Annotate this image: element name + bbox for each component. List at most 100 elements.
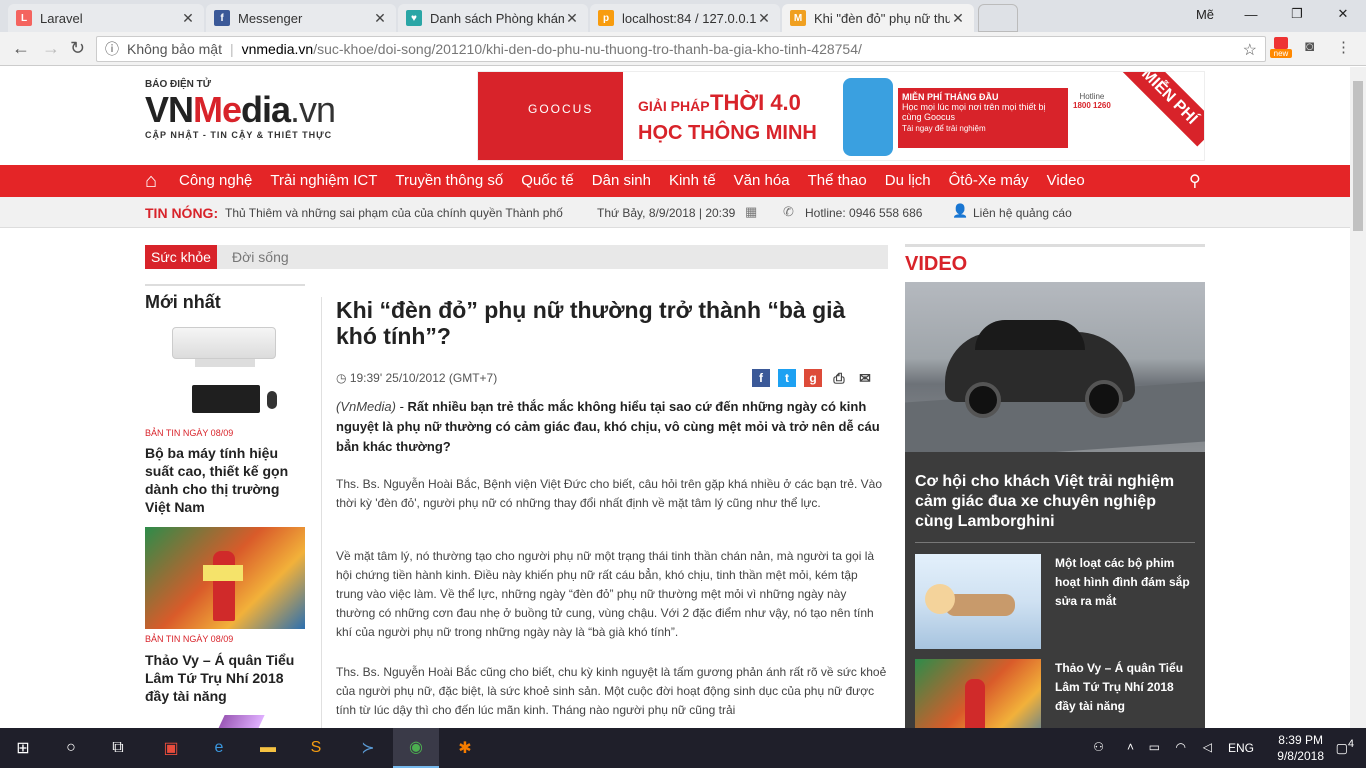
banner-hotline-number: 1800 1260 [1073,101,1111,110]
chrome-icon[interactable]: ◉ [393,728,439,768]
hot-news-label: TIN NÓNG: [145,205,219,221]
system-clock[interactable]: 8:39 PM 9/8/2018 [1277,732,1324,764]
site-logo[interactable]: BÁO ĐIỆN TỬ VNMedia.vn CẬP NHẬT - TIN CẬ… [145,79,375,154]
close-tab-icon[interactable]: ✕ [564,10,580,27]
nav-item-truyen-thong-so[interactable]: Truyền thông số [386,165,512,197]
security-label[interactable]: Không bảo mật [127,41,222,57]
banner-hotline-label: Hotline [1079,92,1105,101]
close-tab-icon[interactable]: ✕ [950,10,966,27]
volume-icon[interactable]: ◁ [1203,740,1212,754]
tab-phpmyadmin[interactable]: p localhost:84 / 127.0.0.1 | p ✕ [590,4,780,32]
nav-item-cong-nghe[interactable]: Công nghệ [170,165,261,197]
extension-icon[interactable]: new [1270,37,1292,61]
ad-contact-link[interactable]: Liên hệ quảng cáo [973,206,1072,220]
clock-icon: ◷ [336,371,347,385]
task-view-icon[interactable]: ⧉ [95,728,141,768]
logo-wordmark: VNMedia.vn [145,90,375,130]
close-tab-icon[interactable]: ✕ [372,10,388,27]
latest-thumb-partial[interactable] [215,715,265,728]
nav-item-oto-xe-may[interactable]: Ôtô-Xe máy [940,165,1038,197]
video-item-title[interactable]: Một loạt các bộ phim hoạt hình đình đám … [1055,554,1195,611]
nav-item-trai-nghiem-ict[interactable]: Trải nghiệm ICT [261,165,386,197]
bookmark-star-icon[interactable]: ☆ [1243,40,1257,60]
banner-thoi: THỜI 4.0 [710,90,801,115]
people-icon[interactable]: ⚇ [1093,740,1104,754]
ad-banner[interactable]: GOOCUS GIẢI PHÁP THỜI 4.0 HỌC THÔNG MINH… [477,71,1205,161]
nav-item-dan-sinh[interactable]: Dân sinh [583,165,660,197]
tab-vnmedia[interactable]: M Khi "đèn đỏ" phụ nữ thườ ✕ [782,4,974,32]
minimize-icon[interactable]: — [1228,7,1274,22]
windows-start-icon[interactable]: ⊞ [0,728,46,768]
banner-free-ribbon: MIỄN PHÍ [1119,72,1204,147]
article-datetime: 19:39' 25/10/2012 (GMT+7) [349,371,498,385]
browser-toolbar: ← → ↻ ⓘ Không bảo mật | vnmedia.vn /suc-… [0,32,1366,66]
nav-item-du-lich[interactable]: Du lịch [876,165,940,197]
banner-brand: GOOCUS [528,102,594,116]
wifi-icon[interactable]: ◠ [1176,740,1186,754]
video-item-title[interactable]: Thảo Vy – Á quân Tiểu Lâm Tứ Trụ Nhí 201… [1055,659,1195,716]
separator: | [229,41,234,57]
banner-hotline: Hotline 1800 1260 [1073,92,1111,110]
article-lead: (VnMedia) - Rất nhiều bạn trẻ thắc mắc k… [336,399,880,454]
notification-icon[interactable]: ▢4 [1336,738,1354,756]
forward-icon[interactable]: → [42,38,60,59]
powershell-icon[interactable]: ≻ [345,728,391,768]
edge-icon[interactable]: e [196,728,242,768]
latest-item-title[interactable]: Thảo Vy – Á quân Tiểu Lâm Tứ Trụ Nhí 201… [145,651,305,705]
close-tab-icon[interactable]: ✕ [180,10,196,27]
menu-icon[interactable]: ⋮ [1336,38,1351,56]
google-plus-share-icon[interactable]: g [804,369,822,387]
back-icon[interactable]: ← [12,38,30,59]
search-icon[interactable]: ⚲ [1189,171,1201,191]
address-bar[interactable]: ⓘ Không bảo mật | vnmedia.vn /suc-khoe/d… [96,36,1266,62]
thao-vy-video-thumb[interactable] [915,659,1041,728]
nav-item-quoc-te[interactable]: Quốc tế [512,165,583,197]
file-explorer-icon[interactable]: ▬ [245,728,291,768]
close-window-icon[interactable]: ✕ [1320,6,1366,22]
restore-icon[interactable]: ❐ [1274,6,1320,22]
email-icon[interactable]: ✉ [856,369,874,387]
nav-item-the-thao[interactable]: Thể thao [799,165,876,197]
banner-brand-block [478,72,623,160]
info-icon[interactable]: ⓘ [105,39,119,59]
notification-count: 4 [1347,738,1354,750]
camera-icon[interactable]: ◙ [1305,38,1314,55]
category-main[interactable]: Sức khỏe [145,245,217,269]
tab-messenger[interactable]: f Messenger ✕ [206,4,396,32]
nav-item-video[interactable]: Video [1038,165,1094,197]
latest-thumb-thao-vy[interactable] [145,527,305,629]
lamborghini-video-thumb[interactable] [905,282,1205,452]
reload-icon[interactable]: ↻ [70,38,85,59]
latest-item-title[interactable]: Bộ ba máy tính hiệu suất cao, thiết kế g… [145,444,305,516]
profile-name[interactable]: Mẽ [1182,7,1228,22]
tray-chevron-icon[interactable]: ˄ [1127,740,1134,754]
tab-laravel[interactable]: L Laravel ✕ [8,4,204,32]
language-indicator[interactable]: ENG [1228,741,1254,755]
hot-news-link[interactable]: Thủ Thiêm và những sai phạm của của chín… [225,206,563,220]
video-feature-title[interactable]: Cơ hội cho khách Việt trải nghiệm cảm gi… [915,472,1195,532]
close-tab-icon[interactable]: ✕ [756,10,772,27]
search-icon[interactable]: ○ [48,728,94,768]
nav-item-kinh-te[interactable]: Kinh tế [660,165,725,197]
sublime-text-icon[interactable]: S [293,728,339,768]
twitter-share-icon[interactable]: t [778,369,796,387]
xampp-icon[interactable]: ✱ [442,728,488,768]
info-bar: TIN NÓNG: Thủ Thiêm và những sai phạm củ… [0,197,1350,228]
page-scrollbar[interactable] [1350,67,1366,728]
new-tab-button[interactable] [978,4,1018,32]
web-page: BÁO ĐIỆN TỬ VNMedia.vn CẬP NHẬT - TIN CẬ… [0,67,1350,728]
app-icon[interactable]: ▣ [148,728,194,768]
print-icon[interactable]: ⎙ [830,369,848,387]
battery-icon[interactable]: ▭ [1149,740,1160,754]
scrollbar-thumb[interactable] [1353,81,1363,231]
tab-phong-kham[interactable]: ♥ Danh sách Phòng khám c ✕ [398,4,588,32]
article: Khi “đèn đỏ” phụ nữ thường trở thành “bà… [336,297,888,717]
latest-heading: Mới nhất [145,284,305,313]
calendar-icon: ▦ [745,204,758,219]
anime-video-thumb[interactable] [915,554,1041,649]
latest-thumb-computers[interactable] [145,319,305,423]
home-icon[interactable]: ⌂ [145,170,157,193]
nav-item-van-hoa[interactable]: Văn hóa [725,165,799,197]
category-sub[interactable]: Đời sống [232,245,289,269]
facebook-share-icon[interactable]: f [752,369,770,387]
